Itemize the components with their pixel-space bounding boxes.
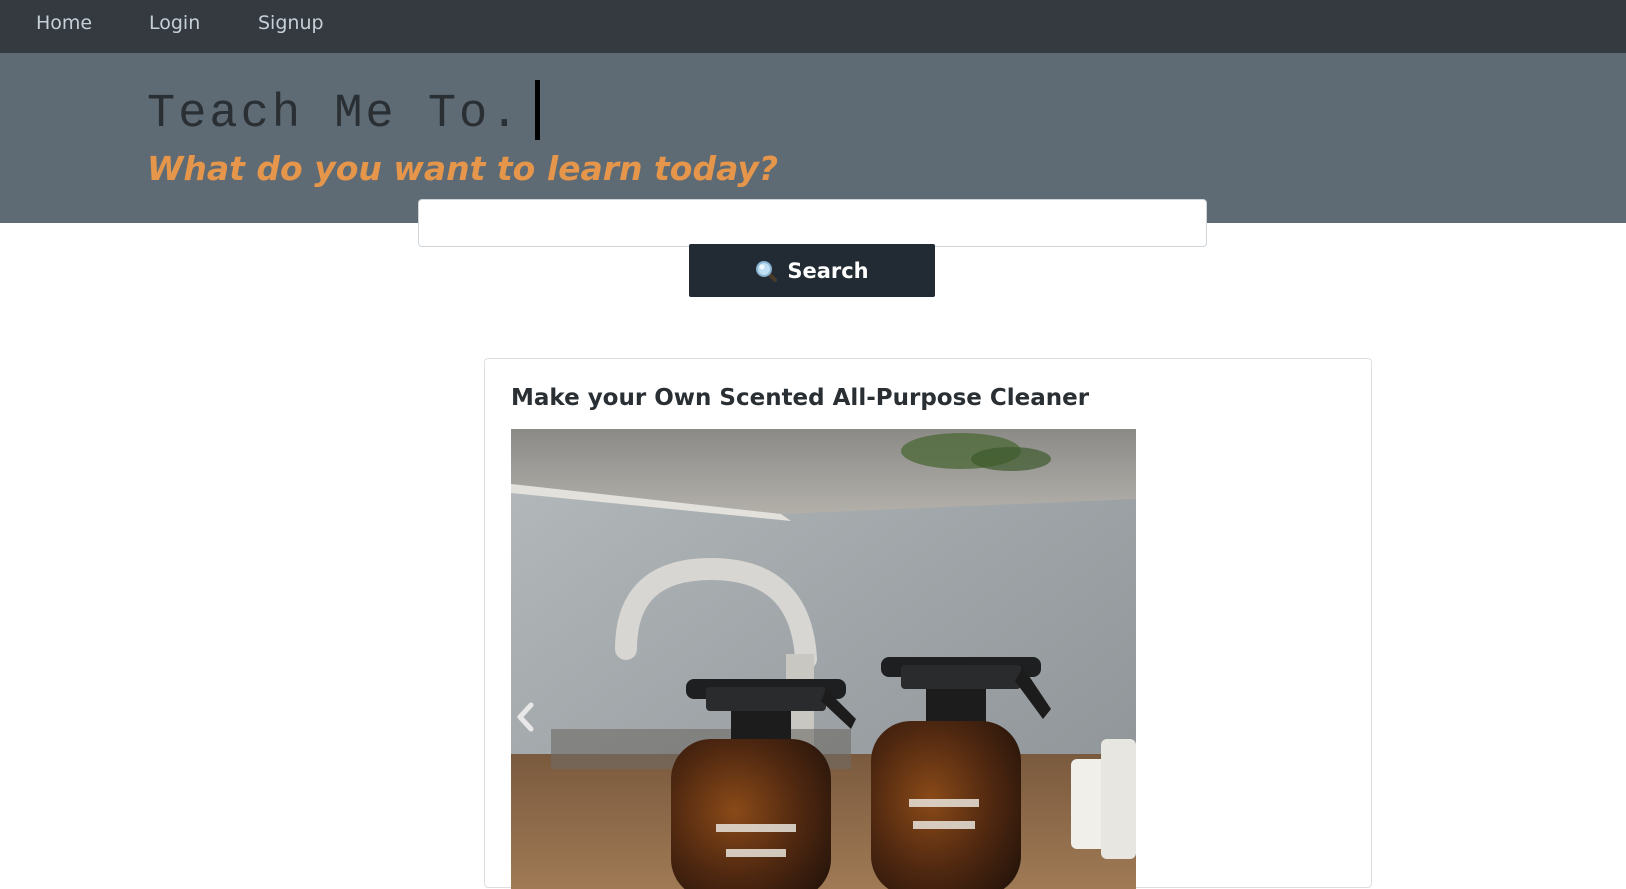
- hero-subtitle: What do you want to learn today?: [147, 149, 779, 188]
- search-button[interactable]: Search: [689, 244, 935, 297]
- magnifier-icon: [755, 260, 778, 282]
- nav-link-home[interactable]: Home: [36, 12, 92, 34]
- carousel-prev-button[interactable]: [511, 697, 541, 737]
- nav-link-login[interactable]: Login: [149, 12, 200, 34]
- tutorial-card: Make your Own Scented All-Purpose Cleane…: [484, 358, 1372, 889]
- carousel-image: [511, 429, 1136, 889]
- search-button-label: Search: [787, 258, 869, 283]
- top-navbar: Home Login Signup: [0, 0, 1626, 53]
- hero-banner: Teach Me To. What do you want to learn t…: [0, 53, 1626, 223]
- search-input[interactable]: [418, 199, 1207, 247]
- image-carousel[interactable]: [511, 429, 1136, 889]
- card-title: Make your Own Scented All-Purpose Cleane…: [511, 385, 1090, 411]
- nav-link-signup[interactable]: Signup: [258, 12, 324, 34]
- site-title: Teach Me To.: [147, 80, 541, 141]
- chevron-left-icon: [517, 702, 534, 732]
- typing-caret: [535, 80, 541, 140]
